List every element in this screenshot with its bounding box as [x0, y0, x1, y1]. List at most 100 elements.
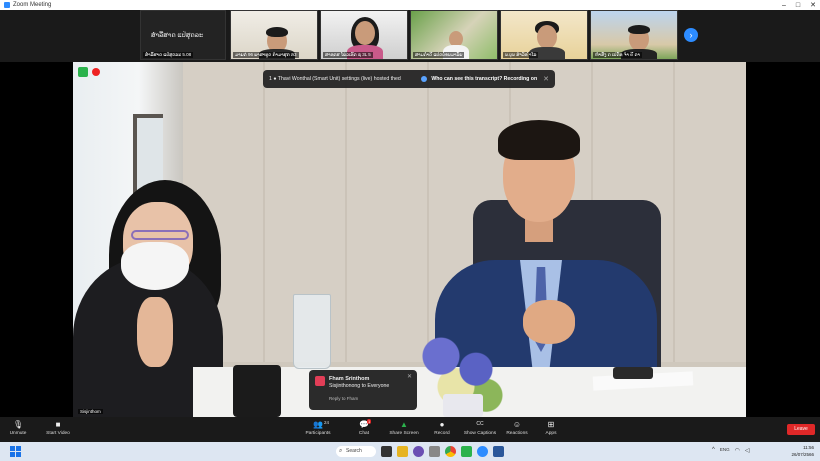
record-button[interactable]: ● Record [422, 420, 462, 436]
camera-icon: ■ [55, 420, 61, 429]
app-icon[interactable] [413, 446, 424, 457]
speaker-hair [498, 120, 580, 160]
scene-vase [443, 394, 483, 417]
participant-hair [628, 25, 650, 34]
chat-close-button[interactable]: ✕ [407, 373, 412, 380]
banner-close-button[interactable]: ✕ [543, 75, 549, 83]
system-tray: ^ ENG ◠ ◁ [712, 447, 749, 454]
app-icon[interactable] [429, 446, 440, 457]
window-title: Zoom Meeting [13, 2, 52, 8]
gallery-strip: ສຳລີ່ສາດ ແປ່ສຸດລະ ສຳລີ່ສາດ ແປ່ສຸດລະ 5.08… [0, 10, 820, 62]
woman-mask [121, 242, 189, 290]
woman-hands [137, 297, 173, 367]
record-label: Record [434, 431, 450, 436]
windows-start-icon[interactable] [10, 446, 21, 457]
participant-head [355, 21, 375, 45]
chat-reply-link[interactable]: Reply to Fham [329, 396, 358, 401]
participant-head [537, 25, 557, 49]
apps-button[interactable]: ⊞ Apps [531, 420, 571, 436]
word-icon[interactable] [493, 446, 504, 457]
participant-tile[interactable]: ມາຍດ່ 96 ພາສາທູດ ກຳມາສຸກ ກ3 [230, 10, 318, 60]
unmute-label: Unmute [9, 431, 27, 436]
search-icon: ⌕ [339, 448, 343, 454]
wifi-icon[interactable]: ◠ [735, 447, 740, 454]
scene-glass [293, 294, 331, 369]
chat-label: Chat [358, 431, 370, 436]
chat-badge: 1 [367, 419, 372, 424]
zoom-app-icon [4, 2, 10, 8]
search-label: Search [346, 448, 362, 454]
record-indicator-icon [92, 68, 100, 76]
participants-label: Participants [305, 431, 331, 436]
captions-icon: CC [476, 421, 484, 427]
zoom-icon[interactable] [477, 446, 488, 457]
banner-link[interactable]: Who can see this transcript? Recording o… [431, 76, 537, 82]
share-screen-button[interactable]: ▲ Share Screen [384, 420, 424, 436]
screen: { "window": { "title": "Zoom Meeting", "… [0, 0, 820, 461]
speaker-hands [523, 300, 575, 344]
apps-label: Apps [545, 431, 557, 436]
shield-icon[interactable] [78, 67, 88, 77]
taskbar-search[interactable]: ⌕ Search [336, 446, 376, 457]
file-explorer-icon[interactable] [397, 446, 408, 457]
title-bar: Zoom Meeting – □ ✕ [0, 0, 820, 10]
reactions-icon: ☺ [512, 420, 522, 429]
reactions-label: Reactions [506, 431, 528, 436]
line-icon[interactable] [461, 446, 472, 457]
self-video-tile[interactable]: ສຳລີ່ສາດ ແປ່ສຸດລະ ສຳລີ່ສາດ ແປ່ສຸດລະ 5.08 [140, 10, 226, 60]
chrome-icon[interactable] [445, 446, 456, 457]
chat-sender: Fham Srinthom [329, 376, 370, 382]
participant-hair [266, 27, 288, 37]
record-icon: ● [439, 420, 445, 429]
participant-tile[interactable]: ຫໍາສັງ ດ ເປດັທ ຈໍາ ຄີ ດາ [590, 10, 678, 60]
participant-tile[interactable]: ສາທດສ ໂພ່ວເທີດ ຊ 3L 5 [320, 10, 408, 60]
captions-button[interactable]: CC Show Captions [460, 420, 500, 436]
participant-tile[interactable]: ນ.ບຸນ ສໍາວິທ ໍາໂລ [500, 10, 588, 60]
share-screen-icon: ▲ [400, 420, 408, 429]
leave-meeting-button[interactable]: Leave [787, 424, 815, 435]
participant-name: ນ.ບຸນ ສໍາວິທ ໍາໂລ [503, 52, 539, 58]
participants-icon: 👥 [313, 420, 323, 429]
woman-glasses [131, 230, 189, 240]
clock-time: 11:56 [803, 445, 814, 450]
chat-button[interactable]: 💬 Chat 1 [344, 419, 384, 436]
gallery-next-button[interactable]: › [684, 28, 698, 42]
microphone-icon: 🎙 [13, 420, 24, 429]
active-speaker-label: Sisjinthom [78, 409, 103, 414]
scene-cup [233, 365, 281, 417]
participant-tile[interactable]: ສາມດຳດີ ແປດບໍອນມາລັຍ [410, 10, 498, 60]
unmute-button[interactable]: 🎙 Unmute [0, 420, 38, 436]
participant-name: ມາຍດ່ 96 ພາສາທູດ ກຳມາສຸກ ກ3 [233, 52, 299, 58]
transcript-banner: 1 ● Thavi Wonthal (Smart Unit) settings … [263, 70, 555, 88]
participant-name: ສາທດສ ໂພ່ວເທີດ ຊ 3L 5 [323, 52, 373, 58]
captions-label: Show Captions [463, 431, 497, 436]
start-video-button[interactable]: ■ Start Video [38, 420, 78, 436]
clock-date: 26/07/2566 [791, 452, 814, 457]
start-video-label: Start Video [46, 431, 70, 436]
self-tile-label: ສຳລີ່ສາດ ແປ່ສຸດລະ [151, 32, 204, 39]
participant-name: ສຳລີ່ສາດ ແປ່ສຸດລະ 5.08 [143, 52, 194, 58]
participant-name: ສາມດຳດີ ແປດບໍອນມາລັຍ [413, 52, 465, 58]
share-screen-label: Share Screen [389, 431, 419, 436]
volume-icon[interactable]: ◁ [745, 447, 750, 454]
chevron-up-icon[interactable]: ^ [712, 447, 715, 454]
close-window-button[interactable]: ✕ [810, 1, 816, 9]
main-video[interactable] [73, 62, 746, 417]
chat-notification[interactable]: Fham Srinthom Sisjinthonong to Everyone … [309, 370, 417, 410]
info-icon [421, 76, 428, 82]
participants-button[interactable]: 👥 Participants 24 [298, 420, 338, 436]
banner-message: 1 ● Thavi Wonthal (Smart Unit) settings … [269, 76, 401, 82]
maximize-button[interactable]: □ [796, 2, 800, 9]
task-view-icon[interactable] [381, 446, 392, 457]
clock[interactable]: 11:56 26/07/2566 [791, 444, 814, 458]
apps-icon: ⊞ [547, 420, 555, 429]
windows-taskbar: ⌕ Search ^ ENG ◠ ◁ 11:56 26/07/2566 [0, 442, 820, 461]
language-indicator[interactable]: ENG [720, 447, 730, 454]
sender-avatar [315, 376, 325, 386]
participant-name: ຫໍາສັງ ດ ເປດັທ ຈໍາ ຄີ ດາ [593, 52, 642, 58]
minimize-button[interactable]: – [782, 2, 786, 9]
window-controls: – □ ✕ [782, 0, 816, 10]
meeting-toolbar: 🎙 Unmute ■ Start Video 👥 Participants 24… [0, 417, 820, 442]
participants-count: 24 [324, 420, 330, 425]
chat-message: Sisjinthonong to Everyone [329, 383, 390, 389]
